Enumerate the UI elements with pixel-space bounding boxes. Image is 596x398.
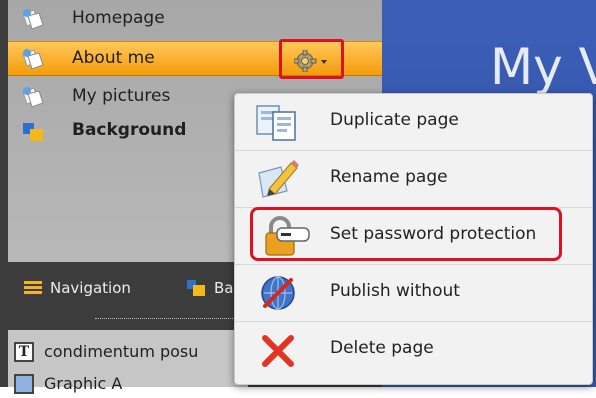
rename-icon [258,160,299,198]
list-item-label: Graphic A [44,374,123,393]
duplicate-icon [256,105,296,141]
menu-item-publish-without[interactable]: Publish without [235,265,592,321]
page-options-button[interactable] [279,39,344,79]
tree-item-label: My pictures [72,86,171,106]
highlight-outline [250,207,562,261]
list-item[interactable]: T condimentum posu [8,338,248,366]
element-list: T condimentum posu Graphic A [8,330,248,394]
menu-item-rename-page[interactable]: Rename page [235,151,592,207]
menu-item-duplicate-page[interactable]: Duplicate page [235,94,592,150]
tree-item-label: Background [72,120,187,140]
menu-item-label: Delete page [330,338,434,358]
list-item[interactable]: Graphic A [8,370,248,398]
text-icon: T [14,342,34,362]
background-page-icon [23,123,43,141]
page-icon [22,87,44,108]
tree-item-label: About me [72,48,155,68]
menu-item-label: Publish without [330,281,460,301]
preview-title: My V [490,38,596,96]
tab-label: Navigation [50,279,131,297]
tab-label: Ba [214,279,234,297]
menu-item-label: Rename page [330,167,448,187]
gear-icon [294,50,327,72]
tree-item-label: Homepage [72,8,165,28]
page-icon [22,49,44,70]
graphic-icon [14,374,34,394]
navigation-icon [24,281,42,294]
menu-item-delete-page[interactable]: Delete page [235,322,592,378]
menu-item-label: Duplicate page [330,110,459,130]
tree-item-homepage[interactable]: Homepage [8,2,382,38]
tab-navigation[interactable]: Navigation [24,276,131,300]
chevron-down-icon [321,60,327,64]
list-item-label: condimentum posu [44,342,199,361]
publish-icon [261,276,295,310]
delete-icon [262,335,294,367]
background-icon [187,280,205,296]
tab-background[interactable]: Ba [186,276,233,300]
page-icon [22,9,44,30]
divider [95,318,243,319]
